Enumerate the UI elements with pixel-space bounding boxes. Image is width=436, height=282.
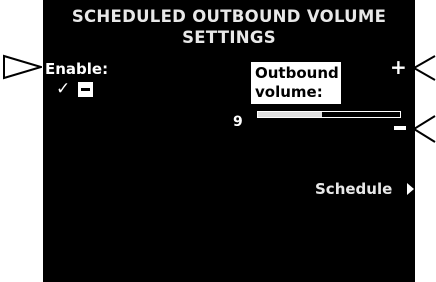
page-title: SCHEDULED OUTBOUND VOLUME SETTINGS bbox=[43, 6, 415, 48]
outbound-volume-label-box: Outbound volume: bbox=[251, 62, 341, 104]
lcd-screen: SCHEDULED OUTBOUND VOLUME SETTINGS Enabl… bbox=[43, 0, 415, 282]
volume-value: 9 bbox=[233, 114, 243, 130]
outbound-volume-label: Outbound volume: bbox=[255, 64, 339, 101]
plus-pointer-icon bbox=[412, 55, 436, 81]
minus-icon[interactable] bbox=[394, 126, 406, 130]
title-line-2: SETTINGS bbox=[182, 28, 276, 47]
plus-icon[interactable]: + bbox=[390, 56, 407, 78]
chevron-right-icon[interactable] bbox=[407, 183, 414, 195]
minus-pointer-icon bbox=[412, 115, 436, 143]
enable-label: Enable: bbox=[45, 60, 109, 78]
schedule-link[interactable]: Schedule bbox=[315, 180, 392, 198]
device-display: SCHEDULED OUTBOUND VOLUME SETTINGS Enabl… bbox=[0, 0, 436, 282]
minus-box-icon[interactable] bbox=[78, 82, 93, 97]
volume-level-fill bbox=[258, 112, 322, 117]
checkmark-icon[interactable]: ✓ bbox=[56, 79, 70, 99]
enable-pointer-icon bbox=[3, 54, 42, 80]
volume-level-bar[interactable] bbox=[257, 111, 401, 118]
title-line-1: SCHEDULED OUTBOUND VOLUME bbox=[71, 7, 387, 26]
